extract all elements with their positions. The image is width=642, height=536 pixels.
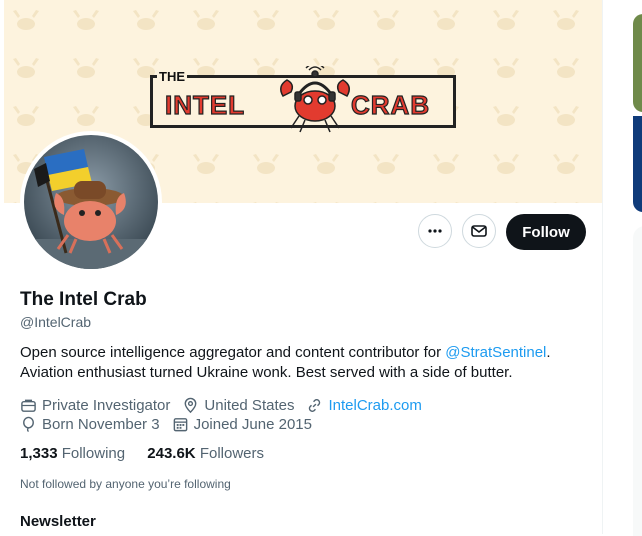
profile-handle: @IntelCrab [20,314,92,330]
following-count-link[interactable]: 1,333 Following [20,445,125,462]
followers-count-link[interactable]: 243.6K Followers [147,445,264,462]
not-followed-notice: Not followed by anyone you’re following [20,477,231,491]
profile-meta-row-2: Born November 3 Joined June 2015 [20,416,324,433]
briefcase-icon [21,399,36,412]
profile-column: THE INTEL CRAB Follow The Intel Crab @In… [4,0,603,534]
newsletter-heading[interactable]: Newsletter [20,513,96,530]
location-item: United States [182,397,294,414]
logo-intel-text: INTEL [164,89,246,120]
logo-the-text: THE [157,69,187,84]
balloon-icon [23,416,34,433]
location-pin-icon [185,397,197,414]
follow-counts: 1,333 Following 243.6K Followers [20,445,282,462]
follow-button[interactable]: Follow [506,214,586,250]
following-value: 1,333 [20,445,58,462]
joined-text: Joined June 2015 [193,416,312,433]
calendar-icon [173,418,187,432]
followers-value: 243.6K [147,445,196,462]
crab-mascot-icon [280,66,350,133]
birthday-item: Born November 3 [20,416,160,433]
bio-text-start: Open source intelligence aggregator and … [20,344,446,361]
profile-avatar[interactable] [20,131,162,273]
more-options-button[interactable] [418,214,452,248]
following-label: Following [61,445,126,462]
crab-with-flag-avatar-icon [24,135,158,269]
followers-label: Followers [199,445,264,462]
envelope-icon [471,225,487,237]
profession-text: Private Investigator [42,397,171,414]
logo-crab-text: CRAB [350,89,431,120]
sidebar-media-thumbnail-2[interactable] [633,116,642,212]
message-button[interactable] [462,214,496,248]
more-horizontal-icon [428,229,442,233]
bio-mention-link[interactable]: @StratSentinel [445,344,546,361]
sidebar-media-thumbnail-1[interactable] [633,14,642,112]
profile-display-name: The Intel Crab [20,289,147,310]
intel-crab-logo: THE INTEL CRAB [150,66,456,133]
birthday-text: Born November 3 [42,416,160,433]
profile-meta-row-1: Private Investigator United States Intel… [20,397,434,414]
location-text: United States [204,397,295,414]
profile-bio: Open source intelligence aggregator and … [20,343,580,383]
link-icon [309,399,321,412]
sidebar-card [633,226,642,536]
joined-item: Joined June 2015 [172,416,312,433]
website-link[interactable]: IntelCrab.com [328,397,421,414]
website-item[interactable]: IntelCrab.com [306,397,422,414]
profession-item: Private Investigator [20,397,170,414]
avatar-image [24,135,158,269]
